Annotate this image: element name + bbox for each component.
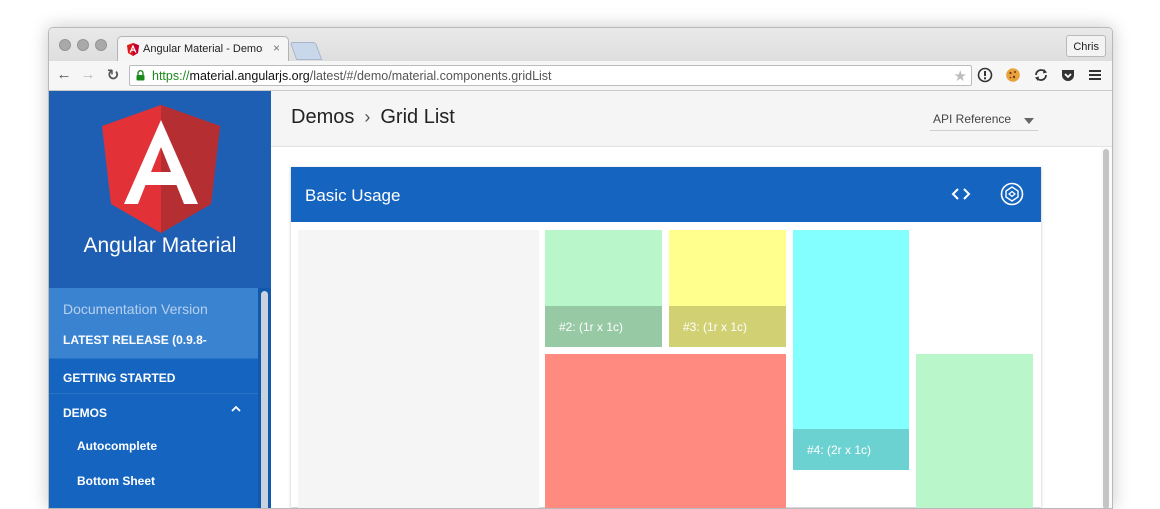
main-scrollbar[interactable] [1101, 147, 1112, 508]
grid-tile-2: #2: (1r x 1c) [545, 230, 662, 347]
reload-icon[interactable]: ↻ [103, 66, 123, 84]
profile-button[interactable]: Chris [1066, 35, 1106, 57]
tab-bar: Angular Material - Demos × Chris [49, 28, 1112, 62]
main-content: Basic Usage #2: (1r x 1c) #3: (1r x 1c) … [271, 147, 1101, 508]
bookmark-star-icon[interactable]: ★ [954, 67, 967, 85]
breadcrumb: Demos › Grid List [291, 106, 455, 129]
back-arrow-icon[interactable]: ← [54, 66, 74, 83]
sidebar-subitem-bottom-sheet[interactable]: Bottom Sheet [49, 463, 258, 498]
sidebar-scrollbar-thumb[interactable] [261, 291, 268, 508]
documentation-version-section: Documentation Version LATEST RELEASE (0.… [49, 288, 258, 358]
sidebar-subitem-autocomplete[interactable]: Autocomplete [49, 428, 258, 463]
lock-icon [136, 70, 145, 81]
grid-tile-label: #4: (2r x 1c) [807, 443, 872, 457]
breadcrumb-separator-icon: › [364, 107, 371, 127]
sidebar-subitem-label: Autocomplete [77, 439, 158, 453]
page-header: Demos › Grid List API Reference [271, 91, 1112, 147]
grid-list: #2: (1r x 1c) #3: (1r x 1c) #4: (2r x 1c… [291, 222, 1041, 508]
grid-tile-4: #4: (2r x 1c) [793, 230, 909, 470]
grid-tile-label: #3: (1r x 1c) [683, 320, 748, 334]
zoom-window-button[interactable] [95, 39, 107, 51]
url-host: material.angularjs.org [189, 69, 310, 83]
grid-tile-footer: #2: (1r x 1c) [545, 306, 662, 347]
angular-logo-icon[interactable] [102, 105, 220, 233]
sync-extension-icon[interactable] [1033, 67, 1049, 83]
close-window-button[interactable] [59, 39, 71, 51]
demo-toolbar: Basic Usage [291, 167, 1041, 222]
main-scrollbar-thumb[interactable] [1103, 149, 1109, 508]
api-reference-select[interactable]: API Reference [930, 110, 1038, 131]
sidebar-item-demos[interactable]: DEMOS [49, 393, 258, 428]
browser-window: Angular Material - Demos × Chris ← → ↻ h… [48, 27, 1113, 509]
url-path: /latest/#/demo/material.components.gridL… [309, 69, 552, 83]
code-icon[interactable] [951, 186, 971, 202]
grid-tile-5 [545, 354, 786, 508]
browser-tab[interactable]: Angular Material - Demos × [117, 36, 289, 62]
tab-close-icon[interactable]: × [273, 41, 280, 55]
breadcrumb-demos[interactable]: Demos [291, 106, 354, 128]
chevron-up-icon[interactable] [230, 403, 242, 415]
sidebar-menu: Documentation Version LATEST RELEASE (0.… [49, 288, 258, 498]
pocket-extension-icon[interactable] [1060, 67, 1076, 83]
angular-favicon-icon [127, 43, 139, 56]
demo-card: Basic Usage #2: (1r x 1c) #3: (1r x 1c) … [291, 167, 1041, 508]
grid-tile-6 [916, 354, 1033, 508]
browser-toolbar: ← → ↻ https://material.angularjs.org/lat… [49, 61, 1112, 91]
minimize-window-button[interactable] [77, 39, 89, 51]
tab-title: Angular Material - Demos [143, 43, 263, 55]
sidebar: Angular Material Documentation Version L… [49, 91, 271, 508]
doc-version-select[interactable]: LATEST RELEASE (0.9.8- [63, 333, 207, 347]
info-extension-icon[interactable] [977, 67, 993, 83]
brand-title[interactable]: Angular Material [49, 234, 271, 258]
grid-tile-footer: #4: (2r x 1c) [793, 429, 909, 470]
grid-tile-1 [298, 230, 539, 508]
sidebar-item-label: GETTING STARTED [63, 371, 176, 385]
api-reference-label: API Reference [933, 112, 1012, 126]
grid-tile-3: #3: (1r x 1c) [669, 230, 786, 347]
url-text: https://material.angularjs.org/latest/#/… [152, 69, 552, 83]
new-tab-button[interactable] [289, 42, 323, 60]
forward-arrow-icon[interactable]: → [78, 66, 98, 83]
address-bar[interactable]: https://material.angularjs.org/latest/#/… [129, 65, 972, 86]
cookie-extension-icon[interactable] [1005, 67, 1021, 83]
sidebar-scrollbar[interactable] [258, 288, 271, 508]
grid-tile-footer: #3: (1r x 1c) [669, 306, 786, 347]
demo-title: Basic Usage [305, 186, 401, 205]
url-scheme: https:// [152, 69, 190, 83]
doc-version-label: Documentation Version [63, 301, 208, 317]
hamburger-menu-icon[interactable] [1087, 67, 1103, 83]
breadcrumb-grid-list: Grid List [380, 106, 455, 128]
dropdown-caret-icon [1024, 118, 1034, 124]
sidebar-header: Angular Material [49, 91, 271, 288]
sidebar-subitem-label: Bottom Sheet [77, 474, 155, 488]
sidebar-item-getting-started[interactable]: GETTING STARTED [49, 358, 258, 393]
codepen-icon[interactable] [1000, 182, 1024, 206]
grid-tile-label: #2: (1r x 1c) [559, 320, 624, 334]
sidebar-item-label: DEMOS [63, 406, 108, 420]
